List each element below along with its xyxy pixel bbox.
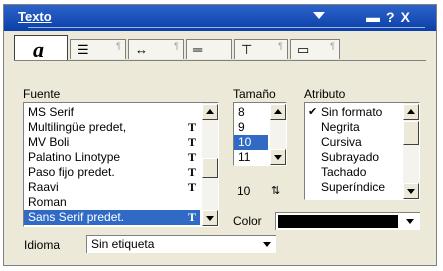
attribute-label: Atributo xyxy=(304,87,346,101)
tab-paragraph[interactable]: ☰ ¶ xyxy=(70,39,126,59)
size-scrollbar[interactable] xyxy=(270,103,286,165)
close-icon[interactable]: X xyxy=(401,9,416,25)
scroll-thumb[interactable] xyxy=(202,158,218,178)
list-item[interactable]: Subrayado xyxy=(305,150,401,165)
spacing-icon: ↔ xyxy=(135,42,148,57)
size-spin-icon[interactable]: ⇅ xyxy=(271,184,280,197)
truetype-icon: T xyxy=(187,120,196,134)
list-item[interactable]: MS Serif xyxy=(24,105,200,120)
checkmark-icon: ✔ xyxy=(308,106,318,118)
tab-font[interactable]: a xyxy=(14,35,68,62)
font-label: Fuente xyxy=(23,87,61,101)
font-scrollbar[interactable] xyxy=(202,103,218,226)
paragraph-align-icon: ☰ xyxy=(77,42,89,57)
scroll-down-button[interactable] xyxy=(202,210,218,226)
truetype-icon: T xyxy=(187,210,196,224)
list-item[interactable]: Negrita xyxy=(305,120,401,135)
scroll-up-button[interactable] xyxy=(202,104,218,120)
scroll-down-button[interactable] xyxy=(403,183,419,199)
list-item[interactable]: ✔ Sin formato xyxy=(305,105,401,120)
scroll-down-button[interactable] xyxy=(270,149,286,165)
list-item[interactable]: Tachado xyxy=(305,165,401,180)
tab-lines[interactable]: ═ xyxy=(186,39,232,59)
help-icon[interactable]: ? xyxy=(386,9,401,25)
list-item-selected[interactable]: 10 xyxy=(234,135,268,150)
attribute-list[interactable]: ✔ Sin formato Negrita Cursiva Subrayado T… xyxy=(304,102,420,200)
list-item[interactable]: Paso fijo predet. T xyxy=(24,165,200,180)
list-item[interactable]: Palatino Linotype T xyxy=(24,150,200,165)
list-item[interactable]: MV Boli T xyxy=(24,135,200,150)
scroll-up-button[interactable] xyxy=(270,104,286,120)
color-dropdown[interactable] xyxy=(275,212,420,230)
font-list[interactable]: MS Serif Multilingüe predet, T MV Boli T P… xyxy=(23,102,219,227)
tab-stop-icon: ⊤ xyxy=(241,42,253,57)
title-dropdown-icon[interactable] xyxy=(313,12,325,19)
list-item[interactable]: 9 xyxy=(234,120,268,135)
window-title: Texto xyxy=(18,9,52,24)
tab-spacing[interactable]: ↔ ¶ xyxy=(128,39,184,59)
language-label: Idioma xyxy=(24,238,61,252)
collapse-icon[interactable]: ▬ xyxy=(366,9,386,25)
truetype-icon: T xyxy=(187,150,196,164)
chevron-down-icon[interactable] xyxy=(263,242,271,247)
list-item[interactable]: Multilingüe predet, T xyxy=(24,120,200,135)
text-properties-dialog: Texto ▬?X a ☰ ¶ ↔ ¶ ═ ⊤ ¶ ▭ ¶ Fuente MS Seri… xyxy=(3,4,437,266)
truetype-icon: T xyxy=(187,165,196,179)
title-underline xyxy=(28,27,425,28)
list-item[interactable]: Roman xyxy=(24,195,200,210)
list-item[interactable]: Raavi T xyxy=(24,180,200,195)
truetype-icon: T xyxy=(187,135,196,149)
size-label: Tamaño xyxy=(233,87,276,101)
tab-panel-edge xyxy=(14,60,426,61)
list-item[interactable]: 8 xyxy=(234,105,268,120)
size-list[interactable]: 8 9 10 11 xyxy=(233,102,287,166)
color-swatch xyxy=(278,215,398,228)
list-item[interactable]: Superíndice xyxy=(305,180,401,195)
list-item-selected[interactable]: Sans Serif predet. T xyxy=(24,210,200,225)
truetype-icon: T xyxy=(187,180,196,194)
language-value: Sin etiqueta xyxy=(91,237,155,251)
scroll-up-button[interactable] xyxy=(403,104,419,120)
tab-tabs[interactable]: ⊤ ¶ xyxy=(234,39,288,59)
scroll-thumb[interactable] xyxy=(403,121,419,145)
list-item[interactable]: Cursiva xyxy=(305,135,401,150)
line-spacing-icon: ═ xyxy=(193,42,203,57)
size-input[interactable]: 10 xyxy=(233,183,265,201)
color-label: Color xyxy=(233,214,262,228)
border-icon: ▭ xyxy=(297,42,310,57)
title-bar[interactable]: Texto ▬?X xyxy=(4,5,436,31)
list-item[interactable]: 11 xyxy=(234,150,268,165)
language-dropdown[interactable]: Sin etiqueta xyxy=(86,235,276,253)
attribute-scrollbar[interactable] xyxy=(403,103,419,199)
tab-border[interactable]: ▭ ¶ xyxy=(290,39,340,59)
chevron-down-icon[interactable] xyxy=(406,219,414,224)
